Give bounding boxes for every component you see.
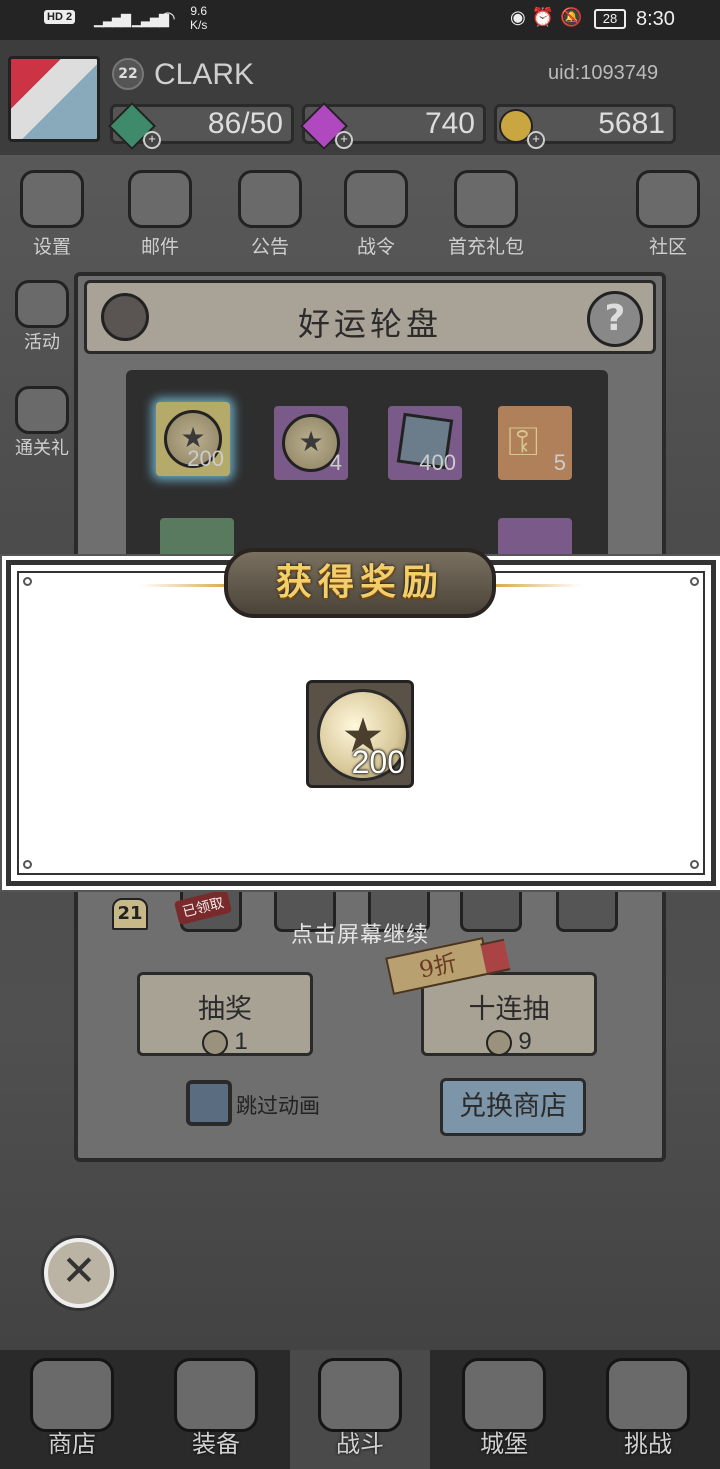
eye-icon: ◉ — [510, 7, 532, 27]
nav-castle[interactable]: 城堡 — [434, 1350, 574, 1469]
player-name: CLARK — [154, 58, 255, 91]
draw-button[interactable]: 抽奖 1 — [137, 972, 313, 1056]
draw-cost: 1 — [140, 1028, 310, 1056]
ten-draw-cost: 9 — [424, 1028, 594, 1056]
help-button[interactable]: ? — [587, 291, 643, 347]
add-energy-button[interactable]: + — [143, 131, 161, 149]
gold-counter: + 5681 — [494, 104, 676, 149]
avatar[interactable] — [8, 56, 100, 142]
shield-icon — [606, 1358, 690, 1432]
continue-hint: 点击屏幕继续 — [290, 923, 429, 948]
nav-equipment[interactable]: 装备 — [146, 1350, 286, 1469]
nav-label: 商店 — [48, 1430, 96, 1458]
level-badge: 22 — [112, 58, 144, 90]
crossed-swords-icon — [318, 1358, 402, 1432]
prize-cell-coin-2 — [498, 518, 572, 560]
prize-qty: 200 — [187, 446, 224, 471]
battle-pass-button[interactable]: 战令 — [326, 170, 426, 259]
nav-shop[interactable]: 商店 — [2, 1350, 142, 1469]
rivet-icon — [690, 860, 699, 869]
wheel-title: 好运轮盘 — [297, 305, 442, 343]
coin-icon — [486, 1029, 513, 1056]
energy-counter: + 86/50 — [107, 101, 294, 151]
gift-bag-icon — [15, 386, 69, 434]
close-icon: ✕ — [61, 1246, 97, 1295]
mushroom-house-icon — [30, 1358, 114, 1432]
nav-battle[interactable]: 战斗 — [290, 1350, 430, 1469]
prize-qty: 5 — [553, 450, 566, 475]
skip-animation-checkbox[interactable] — [186, 1080, 232, 1126]
mail-button[interactable]: 邮件 — [110, 170, 210, 259]
gear-icon — [20, 170, 84, 228]
prize-cell-gem: 400 — [388, 406, 462, 480]
balloon-icon — [15, 280, 69, 328]
nav-label: 挑战 — [624, 1430, 672, 1458]
hd-indicator: HD 2 — [44, 10, 76, 24]
signal-icon: ▁▃▅▇ — [94, 12, 131, 27]
ten-draw-button[interactable]: 十连抽 9 — [421, 972, 597, 1056]
nav-label: 战斗 — [336, 1430, 384, 1458]
gold-value: 5681 — [598, 107, 665, 140]
reward-item[interactable]: ★ 200 — [306, 680, 414, 788]
ten-draw-label: 十连抽 — [468, 994, 550, 1025]
skip-animation-label: 跳过动画 — [236, 1094, 320, 1118]
player-uid: uid:1093749 — [548, 62, 659, 84]
gem-value: 740 — [424, 107, 475, 140]
scroll-icon — [238, 170, 302, 228]
status-bar: HD 2 ▁▃▅▇ ▁▃▅▇ ◠ 9.6 K/s ◉⏰🔕 28 8:30 — [0, 0, 720, 40]
key-icon: ⚿ — [508, 420, 539, 464]
castle-icon — [462, 1358, 546, 1432]
add-gold-button[interactable]: + — [527, 131, 545, 149]
nav-challenge[interactable]: 挑战 — [578, 1350, 718, 1469]
clock: 8:30 — [636, 8, 675, 30]
banner-line — [140, 584, 230, 587]
wheel-title-bar: 好运轮盘 ? — [84, 280, 656, 354]
coin-icon — [202, 1029, 229, 1056]
nav-label: 城堡 — [480, 1430, 528, 1458]
mute-icon: 🔕 — [560, 7, 589, 27]
reward-title-banner: 获得奖励 — [224, 548, 496, 618]
draw-label: 抽奖 — [198, 994, 252, 1025]
nav-label: 装备 — [192, 1430, 240, 1458]
prize-grid: ★ 200 ★ 4 400 ⚿ 5 — [126, 370, 608, 560]
clear-gift-button[interactable]: 通关礼 — [8, 386, 76, 460]
reward-qty: 200 — [351, 744, 405, 780]
events-button[interactable]: 活动 — [8, 280, 76, 354]
rivet-icon — [23, 860, 32, 869]
battery-icon: 28 — [594, 9, 626, 29]
prize-cell-key: ⚿ 5 — [498, 406, 572, 480]
backpack-icon — [174, 1358, 258, 1432]
status-icons: ◉⏰🔕 — [510, 7, 589, 28]
rivet-icon — [23, 577, 32, 586]
home-icon — [636, 170, 700, 228]
community-button[interactable]: 社区 — [618, 170, 718, 259]
prize-cell-star-coin: ★ 4 — [274, 406, 348, 480]
prize-cell-gold-coin: ★ 200 — [156, 402, 230, 476]
notice-button[interactable]: 公告 — [220, 170, 320, 259]
alarm-icon: ⏰ — [531, 7, 561, 27]
close-button[interactable]: ✕ — [44, 1238, 114, 1308]
add-gems-button[interactable]: + — [335, 131, 353, 149]
gift-bag-icon — [454, 170, 518, 228]
reward-title: 获得奖励 — [275, 561, 444, 603]
prize-cell-gem-2 — [160, 518, 234, 560]
prize-qty: 400 — [419, 450, 456, 475]
exchange-shop-button[interactable]: 兑换商店 — [440, 1078, 586, 1136]
prize-qty: 4 — [329, 450, 342, 475]
wifi-icon: ◠ — [160, 8, 176, 28]
banner-line — [492, 584, 582, 587]
gem-counter: + 740 — [299, 101, 486, 151]
energy-value: 86/50 — [207, 107, 283, 140]
first-charge-button[interactable]: 首充礼包 — [436, 170, 536, 259]
settings-button[interactable]: 设置 — [2, 170, 102, 259]
network-speed: 9.6 K/s — [190, 4, 208, 32]
orb-icon — [344, 170, 408, 228]
envelope-icon — [128, 170, 192, 228]
rivet-icon — [690, 577, 699, 586]
